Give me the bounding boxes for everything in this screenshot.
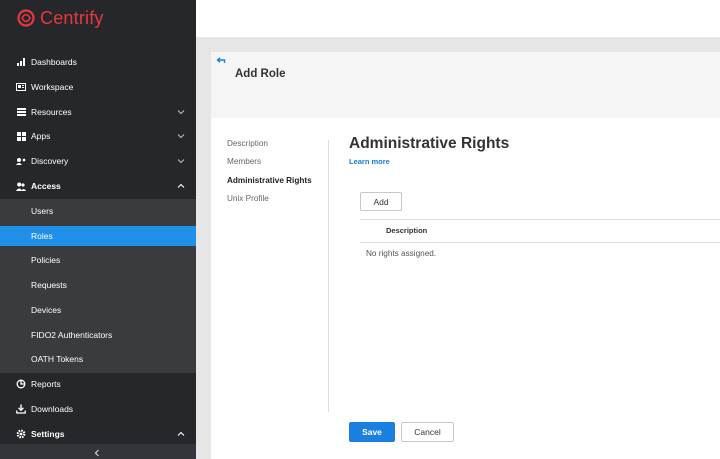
- sidebar-item-label: Resources: [31, 107, 72, 117]
- sidebar-item-label: Devices: [31, 305, 62, 315]
- chevron-up-icon: [177, 431, 185, 436]
- learn-more-link[interactable]: Learn more: [349, 157, 390, 166]
- nav-description[interactable]: Description: [227, 139, 268, 148]
- sidebar-item-label: Workspace: [31, 82, 74, 92]
- save-button[interactable]: Save: [349, 422, 395, 442]
- sidebar-item-label: Policies: [31, 255, 61, 265]
- chevron-down-icon: [177, 159, 185, 164]
- grid-icon: [16, 131, 26, 141]
- sidebar-item-resources[interactable]: Resources: [0, 100, 196, 124]
- add-role-panel: Add Role Description Members Administrat…: [211, 52, 720, 459]
- sidebar-item-downloads[interactable]: Downloads: [0, 397, 196, 421]
- centrify-logo-icon: [17, 9, 35, 27]
- sidebar-item-label: Settings: [31, 429, 65, 439]
- sidebar-item-requests[interactable]: Requests: [0, 273, 196, 297]
- list-icon: [16, 107, 26, 117]
- nav-administrative-rights[interactable]: Administrative Rights: [227, 176, 312, 185]
- page-title: Add Role: [235, 68, 286, 80]
- bar-chart-icon: [16, 57, 26, 67]
- sidebar-item-label: Roles: [31, 231, 53, 241]
- add-button[interactable]: Add: [360, 192, 402, 211]
- sidebar-item-discovery[interactable]: Discovery: [0, 149, 196, 173]
- sidebar-item-users[interactable]: Users: [0, 199, 196, 223]
- centrify-logo[interactable]: Centrify: [16, 6, 104, 30]
- sidebar-item-label: Dashboards: [31, 57, 77, 67]
- empty-table-message: No rights assigned.: [366, 249, 437, 258]
- sidebar: Centrify Dashboards Workspace Resources …: [0, 0, 196, 459]
- section-title: Administrative Rights: [349, 135, 510, 152]
- sidebar-item-dashboards[interactable]: Dashboards: [0, 50, 196, 74]
- brand-name: Centrify: [40, 7, 104, 28]
- sidebar-item-label: Users: [31, 206, 54, 216]
- nav-members[interactable]: Members: [227, 157, 261, 166]
- sidebar-item-label: FIDO2 Authenticators: [31, 330, 113, 340]
- table-top-border: [360, 219, 720, 220]
- chevron-down-icon: [177, 134, 185, 139]
- cancel-button[interactable]: Cancel: [401, 422, 454, 442]
- download-icon: [16, 404, 26, 414]
- sidebar-item-label: Apps: [31, 131, 51, 141]
- nav-unix-profile[interactable]: Unix Profile: [227, 194, 269, 203]
- reports-icon: [16, 379, 26, 389]
- sidebar-item-label: Reports: [31, 379, 61, 389]
- sidebar-item-policies[interactable]: Policies: [0, 248, 196, 272]
- sidebar-item-label: Discovery: [31, 156, 69, 166]
- back-arrow-icon[interactable]: [216, 55, 226, 65]
- workspace-icon: [16, 82, 26, 92]
- collapse-sidebar-button[interactable]: [0, 444, 196, 459]
- sidebar-item-label: Downloads: [31, 404, 74, 414]
- chevron-up-icon: [177, 183, 185, 188]
- sidebar-item-label: OATH Tokens: [31, 354, 84, 364]
- column-header-description[interactable]: Description: [386, 226, 427, 235]
- sidebar-item-oath-tokens[interactable]: OATH Tokens: [0, 347, 196, 371]
- chevron-left-icon: [94, 449, 99, 457]
- sidebar-item-settings[interactable]: Settings: [0, 422, 196, 446]
- sidebar-item-roles[interactable]: Roles: [0, 226, 196, 246]
- sidebar-item-label: Access: [31, 181, 61, 191]
- discovery-icon: [16, 156, 26, 166]
- sidebar-item-label: Requests: [31, 280, 67, 290]
- panel-header: Add Role: [211, 52, 720, 118]
- sidebar-item-devices[interactable]: Devices: [0, 298, 196, 322]
- table-header-border: [360, 242, 720, 243]
- sidebar-item-access[interactable]: Access: [0, 174, 196, 198]
- chevron-down-icon: [177, 110, 185, 115]
- users-icon: [16, 181, 26, 191]
- sidebar-item-fido2-authenticators[interactable]: FIDO2 Authenticators: [0, 323, 196, 347]
- sidebar-item-apps[interactable]: Apps: [0, 124, 196, 148]
- gear-icon: [16, 429, 26, 439]
- divider: [328, 140, 329, 412]
- sidebar-item-workspace[interactable]: Workspace: [0, 75, 196, 99]
- sidebar-item-reports[interactable]: Reports: [0, 372, 196, 396]
- top-bar: [196, 0, 720, 37]
